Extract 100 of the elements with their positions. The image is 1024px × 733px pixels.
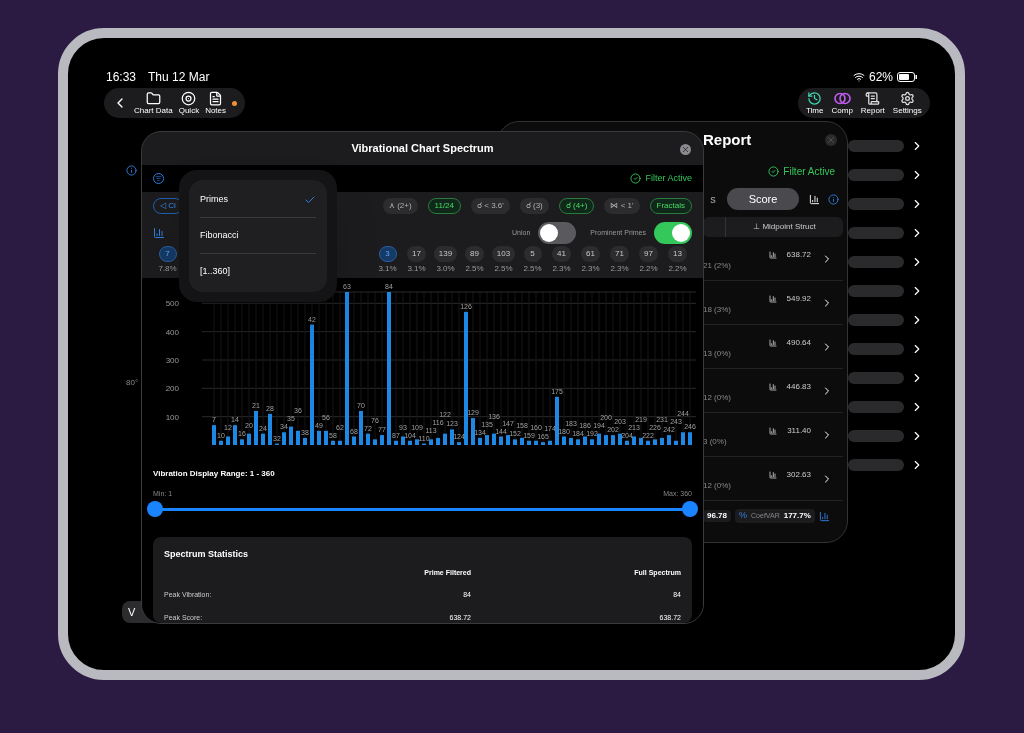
prime-share: 7.8% — [158, 263, 177, 276]
bar — [352, 436, 356, 445]
battery-percent: 62% — [868, 69, 893, 86]
bar — [653, 438, 657, 445]
document-icon — [208, 91, 224, 106]
info-icon[interactable] — [828, 193, 839, 205]
toolbar-button[interactable]: Time — [806, 91, 824, 115]
check-circle-icon — [630, 173, 642, 185]
filter-chip[interactable]: ⋏ (2+) — [382, 197, 418, 214]
side-label: 80° — [126, 377, 139, 389]
toolbar-button[interactable]: Report — [860, 91, 885, 115]
row-detail: 12 (0%) — [703, 391, 731, 404]
prime-share: 2.5% — [523, 263, 542, 276]
row-detail: 3 (0%) — [703, 435, 727, 448]
bar — [513, 438, 517, 445]
bar — [436, 437, 440, 445]
row-detail: 13 (0%) — [703, 347, 731, 360]
slider-thumb[interactable] — [147, 501, 163, 517]
prime-pill[interactable]: 71 — [610, 246, 629, 263]
menu-option[interactable]: Fibonacci — [200, 228, 239, 243]
bar — [450, 428, 454, 445]
panel-title: Report — [703, 129, 752, 150]
prime-share: 2.2% — [639, 263, 658, 276]
bar — [548, 440, 552, 445]
row-score: 311.40 — [787, 424, 811, 437]
bar — [359, 410, 363, 445]
toggle-switch[interactable] — [654, 221, 692, 244]
bar — [478, 437, 482, 445]
bar — [443, 433, 447, 445]
bar — [261, 433, 265, 445]
prime-pill[interactable]: 103 — [491, 246, 516, 263]
bar — [303, 437, 307, 445]
bar — [646, 440, 650, 445]
toolbar-button[interactable]: Quick — [178, 91, 200, 115]
bar — [317, 430, 321, 445]
filter-chip[interactable]: ☌ (3) — [519, 197, 549, 214]
score-icon — [768, 470, 777, 479]
menu-option[interactable]: Primes — [200, 192, 228, 207]
prime-share: 3.1% — [378, 263, 397, 276]
bar — [681, 431, 685, 445]
prime-pill[interactable]: 61 — [581, 246, 600, 263]
prime-pill[interactable]: 5 — [523, 246, 542, 263]
filter-chip[interactable]: ☌ < 3.6' — [471, 197, 510, 214]
bar — [408, 440, 412, 445]
bar — [625, 440, 629, 445]
bar — [674, 440, 678, 445]
bar — [415, 438, 419, 445]
check-circle-icon — [768, 165, 780, 177]
prime-pill[interactable]: 3 — [378, 246, 397, 263]
bar — [282, 431, 286, 445]
prime-pill[interactable]: 139 — [433, 246, 458, 263]
scroll-icon — [865, 91, 881, 106]
bar — [576, 438, 580, 445]
column-header[interactable]: ⊥ Midpoint Struct — [725, 217, 843, 237]
prime-pill[interactable]: 7 — [158, 246, 177, 263]
axis-tick-label: 200 — [165, 383, 179, 393]
prime-share: 3.1% — [407, 263, 426, 276]
range-slider[interactable] — [147, 501, 698, 517]
filter-chip[interactable]: ☌ (4+) — [558, 197, 595, 214]
prime-pill[interactable]: 17 — [407, 246, 426, 263]
slider-thumb[interactable] — [682, 501, 698, 517]
bar — [457, 441, 461, 445]
row-score: 549.92 — [786, 292, 811, 305]
prime-pill[interactable]: 41 — [552, 246, 571, 263]
prime-pill[interactable]: 97 — [639, 246, 658, 263]
bar — [506, 434, 510, 445]
filter-chip[interactable]: Fractals — [649, 197, 692, 214]
prime-share: 2.3% — [610, 263, 629, 276]
filter-chip[interactable]: 11/24 — [427, 197, 461, 214]
bar — [212, 424, 216, 445]
axis-tick-label: 500 — [165, 298, 179, 308]
toggle-switch[interactable] — [538, 221, 577, 244]
close-button[interactable] — [680, 144, 691, 155]
toolbar-button[interactable]: Chart Data — [134, 91, 173, 115]
filter-status: Filter Active — [783, 164, 835, 179]
segment-tab[interactable]: s — [703, 188, 723, 210]
info-icon[interactable] — [126, 165, 137, 176]
bar — [324, 430, 328, 445]
bar — [534, 440, 538, 445]
score-icon — [768, 250, 777, 259]
bar — [499, 436, 503, 445]
prime-share: 3.0% — [436, 263, 455, 276]
toolbar-button[interactable]: Notes — [205, 91, 227, 115]
toolbar-button[interactable]: Comp — [831, 91, 853, 115]
row-score: 302.63 — [786, 468, 811, 481]
percent-symbol: % — [739, 509, 748, 523]
axis-tick-label: 100 — [165, 412, 179, 422]
toolbar-button[interactable]: Settings — [892, 91, 922, 115]
bar — [240, 438, 244, 445]
row-score: 490.64 — [786, 336, 811, 349]
axis-tick-label: 400 — [165, 327, 179, 337]
prime-pill[interactable]: 89 — [465, 246, 484, 263]
filter-chip[interactable]: ⋈ < 1' — [604, 197, 640, 214]
status-time: 16:33 — [106, 69, 137, 86]
segment-tab[interactable]: Score — [727, 188, 799, 210]
menu-option[interactable]: [1..360] — [200, 265, 231, 279]
prime-pill[interactable]: 13 — [668, 246, 687, 263]
row-score: 446.83 — [786, 380, 811, 393]
folder-icon — [145, 91, 161, 106]
bar — [401, 436, 405, 445]
